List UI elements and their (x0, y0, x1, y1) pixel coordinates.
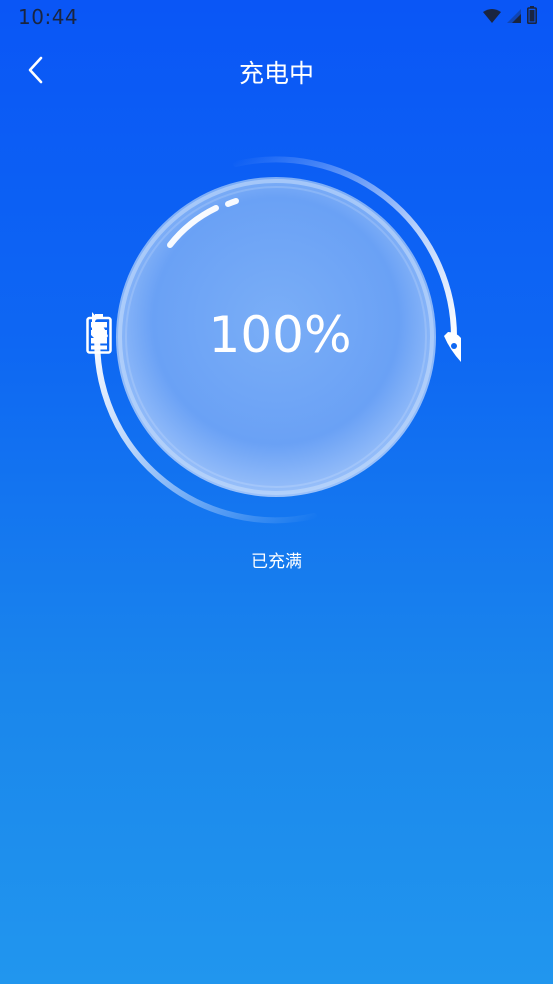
app-bar: 充电中 (0, 34, 553, 110)
charge-status-label: 已充满 (251, 552, 302, 572)
signal-icon (507, 8, 521, 27)
charge-readout: 100% (86, 310, 466, 360)
charging-dial: 100% (86, 150, 466, 530)
battery-icon (527, 6, 537, 28)
status-bar: 10:44 (0, 0, 553, 34)
status-time: 10:44 (18, 5, 79, 29)
charging-screen: 10:44 充电中 100% 已充满 (0, 0, 553, 984)
page-title: 充电中 (238, 59, 314, 88)
status-icons (483, 6, 537, 28)
wifi-icon (483, 8, 501, 27)
charge-percent: 100% (208, 306, 352, 364)
